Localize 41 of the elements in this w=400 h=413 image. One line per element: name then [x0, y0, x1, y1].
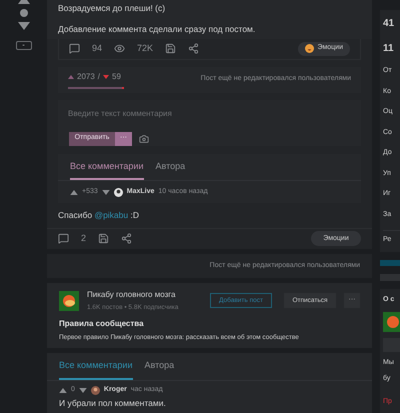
downvote-icon[interactable] [78, 388, 87, 392]
comment-input[interactable]: Введите текст комментария [58, 102, 361, 120]
community-logo [383, 312, 400, 332]
rules-title: Правила сообщества [59, 318, 145, 330]
share-icon[interactable] [188, 43, 200, 54]
comment-icon[interactable] [69, 43, 80, 54]
community-name[interactable]: Пикабу головного мозга [87, 288, 202, 301]
eye-icon[interactable] [114, 43, 126, 54]
smiley-icon [304, 44, 314, 53]
downvote-icon[interactable] [102, 190, 110, 194]
upvote-count: 2073 [77, 70, 95, 82]
stat-value: 11 [383, 42, 395, 56]
post-text: Возрадуемся до плеши! (с) [58, 2, 166, 15]
post-text: Добавление коммента сделали сразу под постом. [58, 22, 256, 36]
upvote-icon[interactable] [68, 74, 74, 78]
avatar-icon [114, 188, 123, 196]
upvote-icon[interactable] [70, 190, 78, 194]
separator: / [98, 70, 100, 82]
community-logo [59, 290, 79, 311]
promo-banner [380, 260, 400, 266]
dot-icon [20, 9, 28, 17]
comment-tab[interactable]: Автора [156, 154, 186, 180]
comment-count: 2 [81, 232, 86, 245]
upvote-icon[interactable] [59, 388, 67, 392]
downvote-icon[interactable] [103, 74, 110, 78]
save-icon[interactable] [165, 43, 176, 54]
avatar-icon [90, 386, 100, 394]
comment-tab[interactable]: Все комментарии [70, 154, 144, 180]
mention-link[interactable]: @pikabu [94, 210, 128, 220]
downvote-count: 59 [112, 70, 121, 82]
share-icon[interactable] [121, 233, 132, 244]
camera-icon[interactable] [139, 134, 149, 144]
comment-tab[interactable]: Все комментарии [59, 353, 132, 380]
comment-icon[interactable] [58, 233, 69, 244]
comment-text: И убрали пол комментами. [59, 397, 167, 410]
comment-count: 94 [92, 42, 102, 55]
comment-tab[interactable]: Автора [144, 353, 174, 380]
view-count: 72K [137, 42, 154, 55]
stat-value: 41 [383, 17, 396, 31]
downvote-icon[interactable] [18, 22, 30, 30]
save-icon[interactable] [98, 233, 110, 244]
